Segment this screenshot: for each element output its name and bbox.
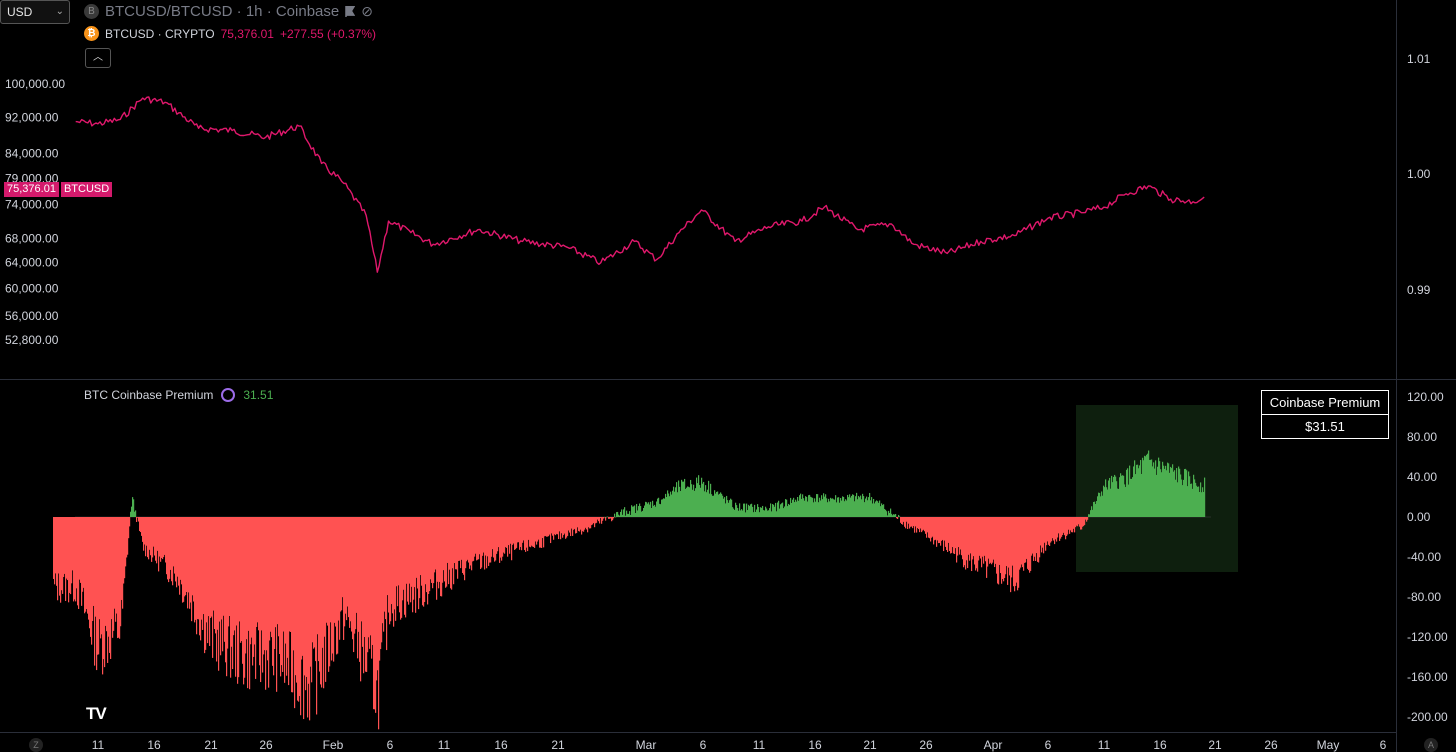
time-tick-label: Mar: [636, 738, 657, 752]
premium-tick-label: -200.00: [1407, 710, 1448, 724]
price-tick-label: 64,000.00: [5, 256, 59, 270]
time-tick-label: 11: [92, 738, 105, 752]
currency-selector-label: USD: [7, 5, 33, 19]
indicator-name: BTC Coinbase Premium: [84, 388, 214, 402]
time-tick-label: 21: [1208, 738, 1222, 752]
time-tick-label: Apr: [984, 738, 1003, 752]
premium-tick-label: -80.00: [1407, 590, 1441, 604]
bitcoin-coin-icon: B: [84, 4, 99, 19]
premium-box-title: Coinbase Premium: [1261, 390, 1389, 415]
time-tick-label: 26: [1264, 738, 1278, 752]
time-tick-label: 21: [551, 738, 565, 752]
premium-box-title-text: Coinbase Premium: [1269, 395, 1381, 410]
time-tick-label: 26: [919, 738, 933, 752]
chevron-up-icon: ︿: [93, 52, 103, 63]
premium-bar: [135, 510, 137, 517]
time-tick-label: May: [1317, 738, 1340, 752]
price-tick-label: 92,000.00: [5, 110, 59, 124]
flag-icon[interactable]: [345, 6, 356, 17]
tradingview-logo[interactable]: TV: [86, 704, 107, 724]
price-tick-label: 84,000.00: [5, 147, 59, 161]
premium-box-value: $31.51: [1261, 414, 1389, 439]
premium-bar: [136, 517, 138, 522]
chart-canvas[interactable]: 100,000.0092,000.0084,000.0079,000.0074,…: [0, 0, 1456, 752]
premium-tick-label: -40.00: [1407, 550, 1441, 564]
premium-bar: [895, 513, 897, 517]
premium-box-value-text: $31.51: [1305, 419, 1345, 434]
price-tick-label: 52,800.00: [5, 333, 59, 347]
premium-tick-label: -160.00: [1407, 670, 1448, 684]
time-tick-label: 6: [1380, 738, 1387, 752]
last-price-symbol: BTCUSD: [60, 182, 113, 197]
time-tick-label: 16: [494, 738, 508, 752]
price-tick-label: 100,000.00: [5, 77, 65, 91]
time-tick-label: 11: [438, 738, 451, 752]
premium-bar: [605, 517, 607, 521]
premium-bar: [614, 513, 616, 517]
premium-bar: [1087, 517, 1089, 520]
premium-tick-label: 40.00: [1407, 470, 1437, 484]
currency-selector[interactable]: USD ⌄: [0, 0, 70, 24]
last-price-tag: 75,376.01 BTCUSD: [4, 182, 113, 197]
ratio-tick-label: 0.99: [1407, 283, 1431, 297]
time-tick-label: 21: [204, 738, 218, 752]
refresh-icon[interactable]: [221, 388, 236, 402]
chart-header: B BTCUSD/BTCUSD · 1h · Coinbase ⊘: [84, 3, 373, 20]
timezone-toggle-button[interactable]: Z: [29, 738, 43, 752]
eye-hidden-icon[interactable]: ⊘: [361, 3, 373, 20]
premium-bar: [897, 517, 899, 519]
collapse-legend-button[interactable]: ︿: [85, 48, 111, 68]
price-tick-label: 74,000.00: [5, 198, 59, 212]
symbol-legend: ₿ BTCUSD · CRYPTO 75,376.01 +277.55 (+0.…: [84, 26, 376, 41]
time-tick-label: 6: [1045, 738, 1052, 752]
time-tick-label: 21: [863, 738, 877, 752]
premium-bar: [1204, 477, 1206, 517]
time-tick-label: 11: [1098, 738, 1111, 752]
indicator-legend: BTC Coinbase Premium 31.51: [84, 388, 273, 402]
premium-bar: [624, 507, 626, 517]
price-tick-label: 60,000.00: [5, 282, 59, 296]
price-tick-label: 56,000.00: [5, 309, 59, 323]
time-tick-label: 6: [387, 738, 394, 752]
corner-left-label: Z: [33, 740, 39, 750]
chevron-down-icon: ⌄: [55, 6, 64, 17]
premium-tick-label: 120.00: [1407, 390, 1444, 404]
symbol-name: BTCUSD · CRYPTO: [105, 26, 215, 41]
bitcoin-logo-icon: ₿: [84, 26, 99, 41]
chart-title: BTCUSD/BTCUSD · 1h · Coinbase: [105, 3, 340, 20]
symbol-change: +277.55 (+0.37%): [279, 26, 377, 41]
premium-tick-label: 80.00: [1407, 430, 1437, 444]
last-price-value: 75,376.01: [4, 182, 59, 197]
time-tick-label: 6: [700, 738, 707, 752]
premium-tick-label: -120.00: [1407, 630, 1448, 644]
indicator-value: 31.51: [243, 388, 274, 402]
price-tick-label: 68,000.00: [5, 231, 59, 245]
premium-bar: [899, 516, 901, 518]
time-tick-label: 11: [753, 738, 766, 752]
premium-bar: [129, 517, 131, 527]
premium-bar: [613, 517, 615, 519]
ratio-tick-label: 1.01: [1407, 52, 1431, 66]
time-tick-label: 16: [808, 738, 822, 752]
corner-right-label: A: [1427, 740, 1434, 750]
brand-text: TV: [86, 704, 107, 723]
time-tick-label: Feb: [323, 738, 344, 752]
ratio-tick-label: 1.00: [1407, 167, 1431, 181]
premium-tick-label: 0.00: [1407, 510, 1431, 524]
auto-scale-button[interactable]: A: [1424, 738, 1438, 752]
time-tick-label: 26: [259, 738, 273, 752]
symbol-price: 75,376.01: [220, 26, 274, 41]
time-tick-label: 16: [147, 738, 161, 752]
time-tick-label: 16: [1153, 738, 1167, 752]
